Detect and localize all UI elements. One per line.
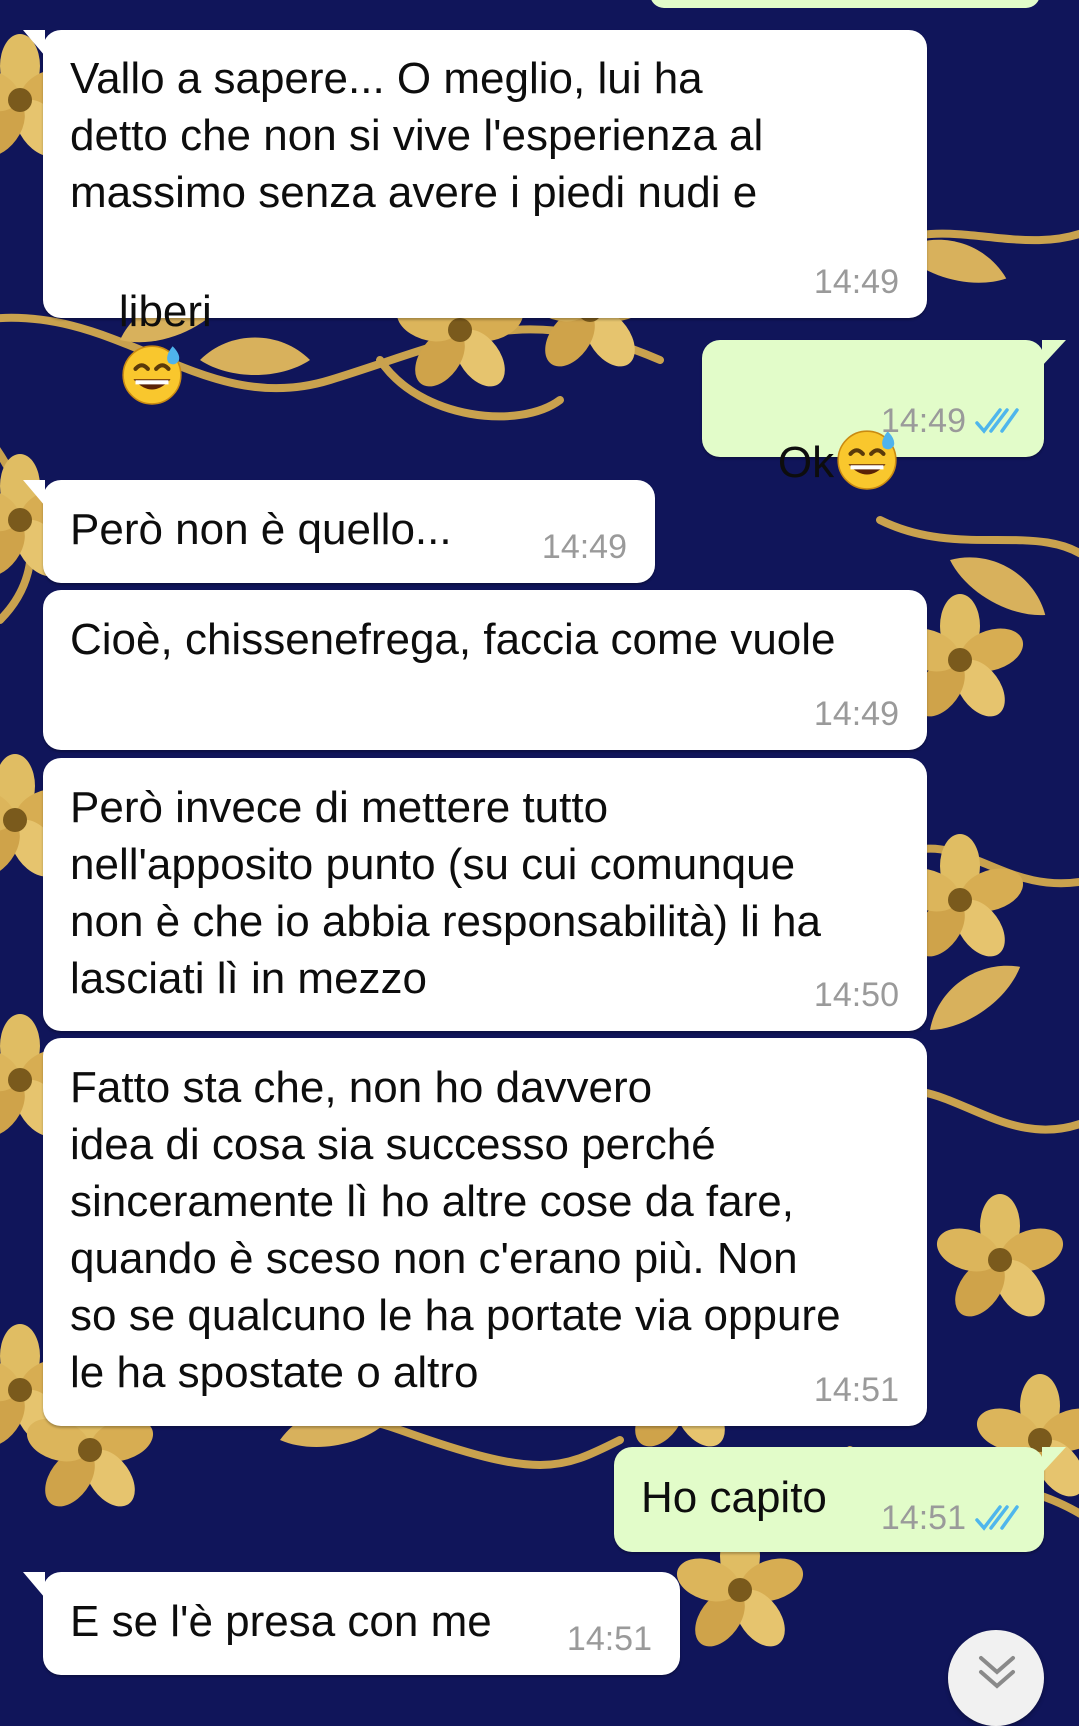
incoming-message[interactable]: Però invece di mettere tutto nell'apposi… [43, 758, 927, 1031]
incoming-message[interactable]: Cioè, chissenefrega, faccia come vuole 1… [43, 590, 927, 750]
message-timestamp: 14:49 [813, 695, 899, 733]
message-text: Ho capito [641, 1473, 827, 1522]
message-timestamp: 14:51 [813, 1371, 899, 1409]
message-text-line: Cioè, chissenefrega, faccia come vuole [70, 615, 836, 664]
message-text-line: Fatto sta che, non ho davvero [70, 1063, 653, 1112]
message-text-line: E se l'è presa con me [70, 1597, 492, 1646]
outgoing-message[interactable]: Ok 14:49 [702, 340, 1066, 490]
chevron-down-icon [979, 1656, 1015, 1689]
outgoing-message[interactable]: Ho capito 14:51 [614, 1447, 1066, 1552]
grinning-sweat-emoji-icon [122, 345, 182, 405]
message-text-line: idea di cosa sia successo perché [70, 1120, 716, 1169]
message-text-line: Però invece di mettere tutto [70, 783, 609, 832]
message-text-line: Però non è quello... [70, 505, 452, 554]
message-text-line: detto che non si vive l'esperienza al [70, 111, 764, 160]
message-text-line: sinceramente lì ho altre cose da fare, [70, 1177, 794, 1226]
message-text-line: quando è sceso non c'erano più. Non [70, 1234, 798, 1283]
message-text: Ok [777, 438, 835, 487]
message-timestamp: 14:51 [880, 1499, 966, 1537]
message-text-line-with-emoji: Ok [729, 368, 900, 548]
message-text-line: le ha spostate o altro [70, 1348, 479, 1397]
incoming-message[interactable]: E se l'è presa con me 14:51 [23, 1572, 680, 1675]
incoming-message[interactable]: Vallo a sapere... O meglio, lui ha detto… [23, 30, 927, 405]
message-text-line: nell'apposito punto (su cui comunque [70, 840, 796, 889]
double-check-icon [975, 408, 1019, 434]
message-text-line: so se qualcuno le ha portate via oppure [70, 1291, 841, 1340]
incoming-message[interactable]: Però non è quello... 14:49 [23, 480, 655, 583]
message-timestamp: 14:49 [813, 263, 899, 301]
message-text-line: lasciati lì in mezzo [70, 954, 428, 1003]
message-timestamp: 14:50 [813, 976, 899, 1014]
message-text: liberi [118, 287, 212, 336]
scroll-to-bottom-button[interactable] [948, 1630, 1044, 1726]
message-timestamp: 14:49 [541, 528, 627, 566]
message-text-line: Vallo a sapere... O meglio, lui ha [70, 54, 703, 103]
message-text-line: massimo senza avere i piedi nudi e [70, 168, 758, 217]
message-timestamp: 14:49 [880, 402, 966, 440]
message-text-line: non è che io abbia responsabilità) li ha [70, 897, 821, 946]
message-text-line-with-emoji: liberi [70, 226, 212, 463]
message-timestamp: 14:51 [566, 1620, 652, 1658]
double-check-icon [975, 1505, 1019, 1531]
incoming-message[interactable]: Fatto sta che, non ho davvero idea di co… [43, 1038, 927, 1426]
